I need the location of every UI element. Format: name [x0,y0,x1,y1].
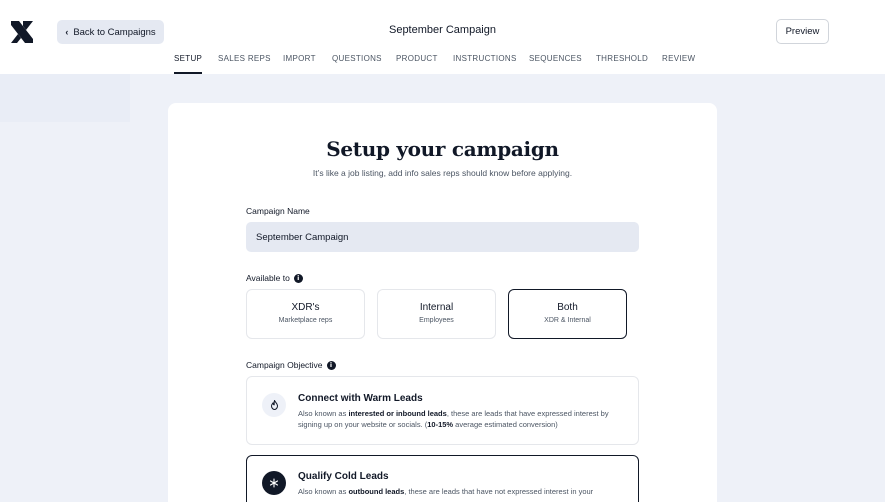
desc-text: average estimated conversion) [453,420,558,429]
campaign-name-label-text: Campaign Name [246,206,310,216]
campaign-name-label: Campaign Name [246,206,310,216]
desc-bold: interested or inbound leads [348,409,447,418]
available-to-label: Available to i [246,273,303,283]
available-option-internal[interactable]: Internal Employees [377,289,496,339]
desc-text: , these are leads that have not expresse… [404,487,594,496]
tab-sales-reps[interactable]: SALES REPS [218,54,271,63]
flame-icon [262,393,286,417]
desc-bold: outbound leads [348,487,405,496]
tab-product[interactable]: PRODUCT [396,54,438,63]
option-title: XDR's [291,302,320,313]
tab-setup[interactable]: SETUP [174,54,203,74]
available-to-label-text: Available to [246,273,290,283]
setup-heading: Setup your campaign [326,137,559,161]
option-title: Internal [419,302,454,313]
option-subtitle: Marketplace reps [278,317,333,324]
info-icon[interactable]: i [326,360,336,370]
objective-description: Also known as outbound leads, these are … [298,486,628,497]
info-icon[interactable]: i [293,273,303,283]
option-subtitle: Employees [419,317,454,324]
tab-import[interactable]: IMPORT [283,54,316,63]
desc-bold: 10-15% [427,420,454,429]
snowflake-icon [262,471,286,495]
side-panel [0,74,130,122]
tab-threshold[interactable]: THRESHOLD [596,54,648,63]
campaign-objective-label: Campaign Objective i [246,360,336,370]
objective-title: Qualify Cold Leads [298,471,389,482]
campaign-name-input[interactable] [246,222,639,252]
page-title: September Campaign [388,24,496,36]
tab-questions[interactable]: QUESTIONS [332,54,382,63]
objective-title: Connect with Warm Leads [298,393,423,404]
option-subtitle: XDR & Internal [544,317,591,324]
objective-description: Also known as interested or inbound lead… [298,408,628,430]
available-option-both[interactable]: Both XDR & Internal [508,289,627,339]
tab-instructions[interactable]: INSTRUCTIONS [453,54,517,63]
preview-button[interactable]: Preview [776,19,829,44]
objective-warm-leads[interactable]: Connect with Warm Leads Also known as in… [246,376,639,445]
desc-text: Also known as [298,409,349,418]
tab-review[interactable]: REVIEW [662,54,695,63]
setup-subheading: It’s like a job listing, add info sales … [312,168,573,178]
option-title: Both [557,302,578,313]
objective-cold-leads[interactable]: Qualify Cold Leads Also known as outboun… [246,455,639,502]
available-option-xdrs[interactable]: XDR's Marketplace reps [246,289,365,339]
desc-text: Also known as [298,487,349,496]
tab-sequences[interactable]: SEQUENCES [529,54,582,63]
top-bar: ‹ Back to Campaigns September Campaign P… [0,0,885,74]
campaign-objective-label-text: Campaign Objective [246,360,323,370]
